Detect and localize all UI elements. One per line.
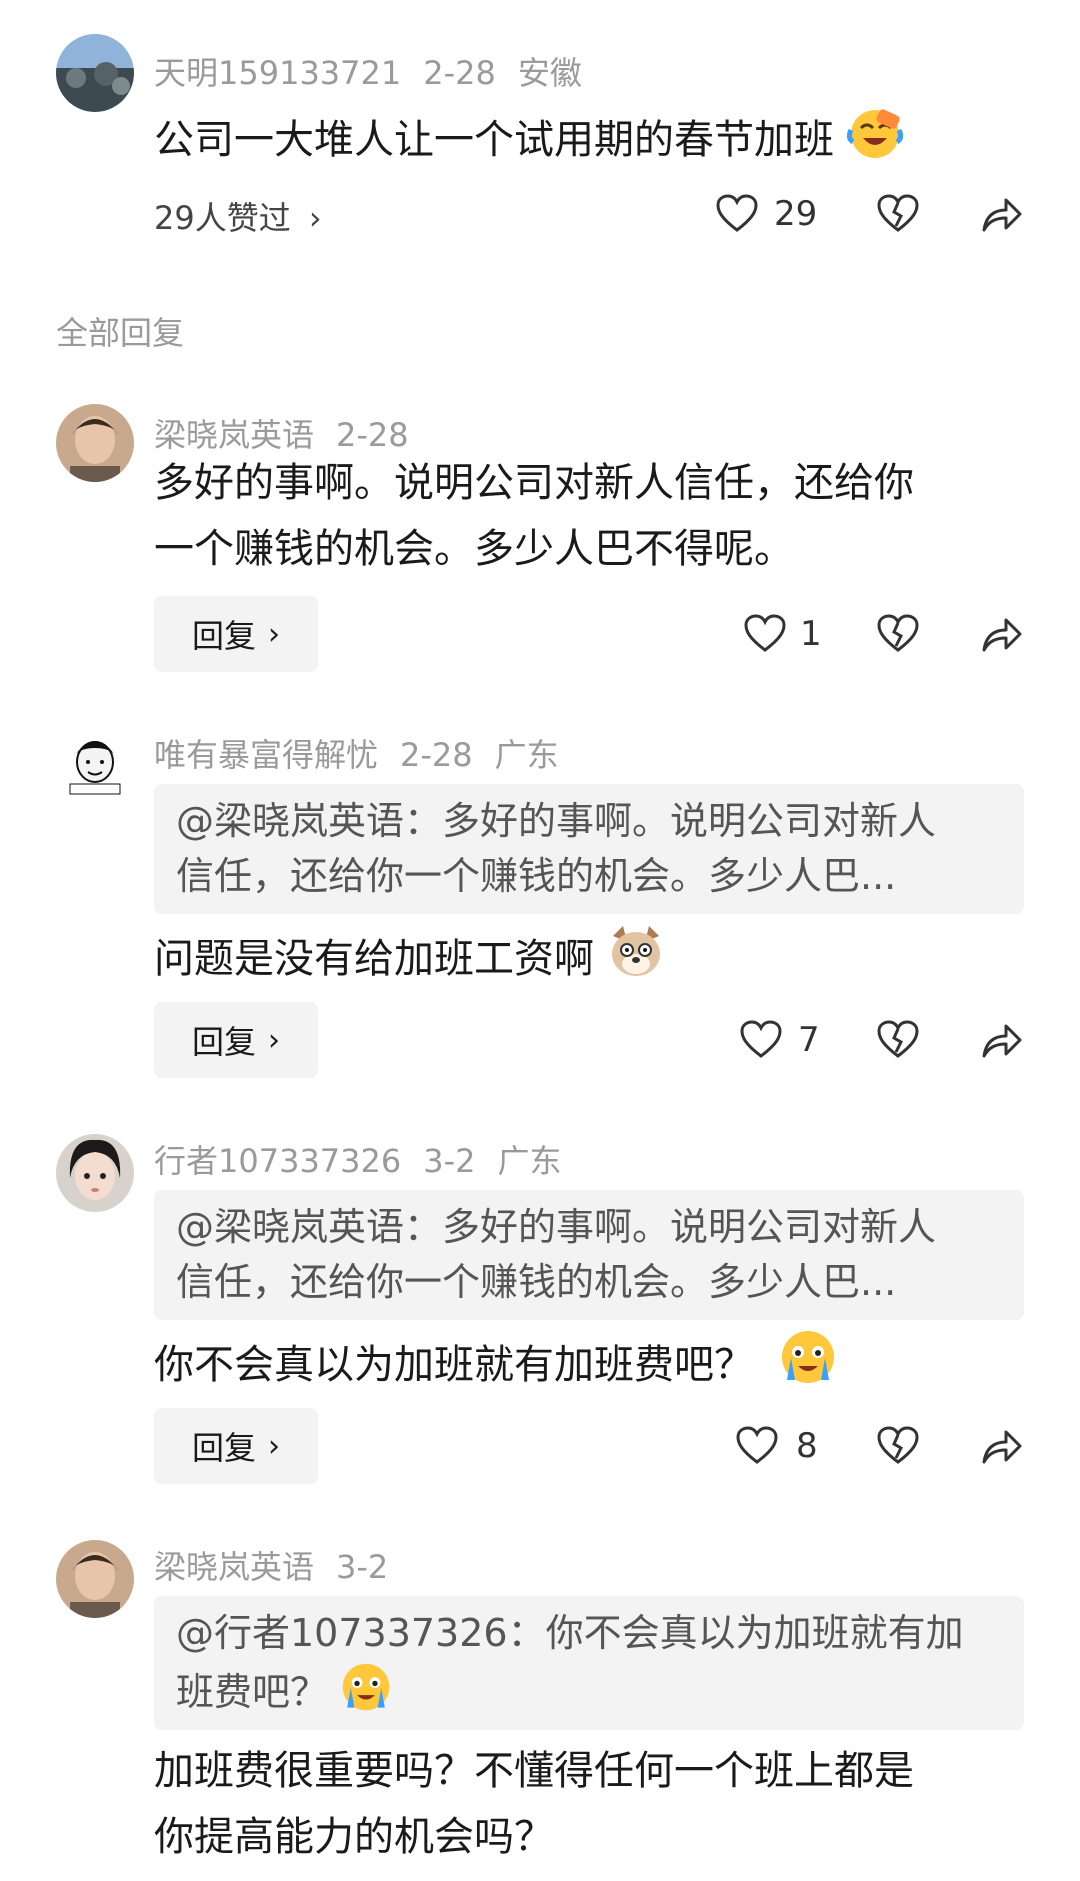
avatar[interactable] (56, 1134, 134, 1212)
reply-date: 2-28 (336, 416, 409, 454)
chevron-right-icon: › (308, 199, 322, 237)
reply-text-content: 你不会真以为加班就有加班费吧？ (154, 1342, 754, 1388)
quoted-text-line: @行者107337326：你不会真以为加班就有加 (176, 1611, 964, 1655)
reply-button-label: 回复 (191, 1429, 256, 1467)
heart-icon[interactable] (736, 1426, 778, 1470)
comment-meta: 天明159133721 2-28 安徽 (154, 48, 604, 94)
crying-emoji-icon (779, 1328, 837, 1406)
share-icon[interactable] (980, 616, 1022, 658)
reply-location: 广东 (494, 736, 559, 774)
reply-button[interactable]: 回复 › (154, 596, 318, 672)
chevron-right-icon: › (268, 1428, 280, 1464)
share-icon[interactable] (980, 1428, 1022, 1470)
quoted-reply[interactable]: @梁晓岚英语：多好的事啊。说明公司对新人 信任，还给你一个赚钱的机会。多少人巴.… (154, 1190, 1024, 1320)
chevron-right-icon: › (268, 1022, 280, 1058)
username[interactable]: 唯有暴富得解忧 (154, 736, 378, 774)
like-count: 29 (774, 194, 818, 234)
comment-text-content: 公司一大堆人让一个试用期的春节加班 (154, 117, 834, 163)
reply-location: 广东 (497, 1142, 562, 1180)
chevron-right-icon: › (268, 616, 280, 652)
quoted-text-line: 班费吧？ (176, 1670, 329, 1714)
like-count: 8 (796, 1426, 818, 1466)
broken-heart-icon[interactable] (877, 614, 919, 658)
username[interactable]: 梁晓岚英语 (154, 1548, 314, 1586)
comment-text: 公司一大堆人让一个试用期的春节加班 (154, 104, 903, 180)
crying-emoji-icon (340, 1661, 392, 1728)
quoted-text-line: @梁晓岚英语：多好的事啊。说明公司对新人 (176, 1205, 937, 1249)
quoted-text-line: 信任，还给你一个赚钱的机会。多少人巴... (176, 854, 897, 898)
username[interactable]: 行者107337326 (154, 1142, 401, 1180)
reply-meta: 梁晓岚英语 3-2 (154, 1542, 410, 1588)
dog-face-emoji-icon (607, 922, 665, 1000)
avatar[interactable] (56, 728, 134, 806)
reply-text-line: 你提高能力的机会吗？ (154, 1814, 554, 1860)
reply-text: 你不会真以为加班就有加班费吧？ (154, 1328, 837, 1406)
broken-heart-icon[interactable] (877, 1426, 919, 1470)
heart-icon[interactable] (744, 614, 786, 658)
reply-text-content: 问题是没有给加班工资啊 (154, 936, 594, 982)
reply-text-line: 加班费很重要吗？不懂得任何一个班上都是 (154, 1748, 914, 1794)
avatar[interactable] (56, 404, 134, 482)
reply-button-label: 回复 (191, 1023, 256, 1061)
reply-date: 2-28 (400, 736, 473, 774)
share-icon[interactable] (980, 196, 1022, 238)
comment-location: 安徽 (517, 54, 582, 92)
avatar[interactable] (56, 1540, 134, 1618)
username[interactable]: 梁晓岚英语 (154, 416, 314, 454)
quoted-text-line: 信任，还给你一个赚钱的机会。多少人巴... (176, 1260, 897, 1304)
reply-date: 3-2 (423, 1142, 476, 1180)
broken-heart-icon[interactable] (877, 194, 919, 238)
heart-icon[interactable] (716, 194, 758, 238)
quoted-reply[interactable]: @行者107337326：你不会真以为加班就有加 班费吧？ (154, 1596, 1024, 1730)
heart-icon[interactable] (740, 1020, 782, 1064)
reply-meta: 唯有暴富得解忧 2-28 广东 (154, 730, 581, 776)
reply-text-line: 一个赚钱的机会。多少人巴不得呢。 (154, 526, 794, 572)
reply-button[interactable]: 回复 › (154, 1002, 318, 1078)
reply-date: 3-2 (336, 1548, 389, 1586)
share-icon[interactable] (980, 1022, 1022, 1064)
broken-heart-icon[interactable] (877, 1020, 919, 1064)
reply-button[interactable]: 回复 › (154, 1408, 318, 1484)
reply-text: 加班费很重要吗？不懂得任何一个班上都是 你提高能力的机会吗？ (154, 1738, 914, 1870)
reply-text: 问题是没有给加班工资啊 (154, 922, 665, 1000)
reply-text-line: 多好的事啊。说明公司对新人信任，还给你 (154, 460, 914, 506)
like-count: 1 (800, 614, 822, 654)
likes-summary-text: 29人赞过 (154, 199, 291, 237)
quoted-text-line: @梁晓岚英语：多好的事啊。说明公司对新人 (176, 799, 937, 843)
quoted-reply[interactable]: @梁晓岚英语：多好的事啊。说明公司对新人 信任，还给你一个赚钱的机会。多少人巴.… (154, 784, 1024, 914)
username[interactable]: 天明159133721 (154, 54, 401, 92)
likes-summary-link[interactable]: 29人赞过 › (154, 193, 322, 239)
comment-date: 2-28 (423, 54, 496, 92)
section-title: 全部回复 (56, 314, 185, 352)
reply-button-label: 回复 (191, 617, 256, 655)
laughing-crying-emoji-icon (846, 104, 903, 180)
like-count: 7 (798, 1020, 820, 1060)
avatar[interactable] (56, 34, 134, 112)
reply-text: 多好的事啊。说明公司对新人信任，还给你 一个赚钱的机会。多少人巴不得呢。 (154, 450, 914, 582)
reply-meta: 行者107337326 3-2 广东 (154, 1136, 584, 1182)
